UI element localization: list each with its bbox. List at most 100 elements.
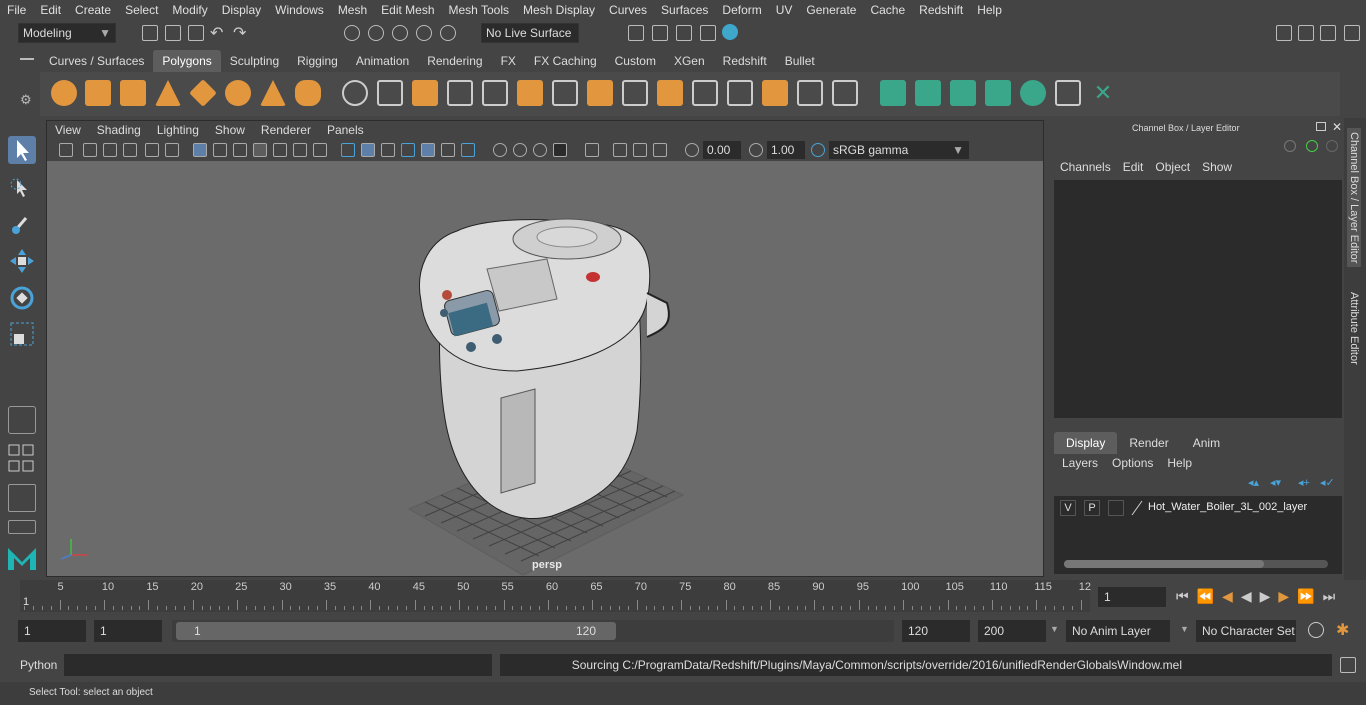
shelf-tab-animation[interactable]: Animation xyxy=(347,50,418,72)
range-track[interactable]: 1 120 xyxy=(172,620,894,642)
menu-select[interactable]: Select xyxy=(118,0,165,20)
script-language-label[interactable]: Python xyxy=(20,658,57,672)
shelf-tab-curves-surfaces[interactable]: Curves / Surfaces xyxy=(40,50,153,72)
hud-icon[interactable] xyxy=(653,143,667,157)
live-surface-field[interactable]: No Live Surface xyxy=(481,23,579,43)
play-forward-icon[interactable]: ▶ xyxy=(1260,588,1279,604)
xray-icon[interactable] xyxy=(421,143,435,157)
go-to-start-icon[interactable]: ⏮ xyxy=(1176,588,1197,604)
layer-name[interactable]: Hot_Water_Boiler_3L_002_layer xyxy=(1148,501,1307,513)
layer-menu-options[interactable]: Options xyxy=(1112,456,1167,470)
menu-edit[interactable]: Edit xyxy=(33,0,68,20)
outliner-layout-icon[interactable] xyxy=(8,484,36,512)
safe-action-icon[interactable] xyxy=(293,143,307,157)
graph-layout-icon[interactable] xyxy=(8,520,36,534)
render-view-icon[interactable] xyxy=(652,25,668,41)
layer-color-icon[interactable] xyxy=(1130,500,1144,516)
tab-render[interactable]: Render xyxy=(1117,432,1180,454)
insert-edge-loop-icon[interactable] xyxy=(727,80,753,106)
film-gate-icon[interactable] xyxy=(213,143,227,157)
wireframe-on-shaded-icon[interactable] xyxy=(401,143,415,157)
shelf-tab-sculpting[interactable]: Sculpting xyxy=(221,50,288,72)
snap-surface-icon[interactable] xyxy=(440,25,456,41)
color-management-icon[interactable] xyxy=(811,143,825,157)
open-scene-icon[interactable] xyxy=(165,25,181,41)
ambient-occlusion-icon[interactable] xyxy=(493,143,507,157)
step-back-key-icon[interactable]: ◀ xyxy=(1222,588,1241,604)
step-back-icon[interactable]: ⏪ xyxy=(1197,588,1222,604)
camera-icon[interactable] xyxy=(59,143,73,157)
poly-torus-icon[interactable] xyxy=(225,80,251,106)
shelf-tab-fx[interactable]: FX xyxy=(492,50,525,72)
reduce-icon[interactable] xyxy=(482,80,508,106)
menu-mesh-display[interactable]: Mesh Display xyxy=(516,0,602,20)
smooth-icon[interactable] xyxy=(447,80,473,106)
bridge-icon[interactable] xyxy=(587,80,613,106)
layer-playback-toggle[interactable]: P xyxy=(1084,500,1100,516)
gamma-field[interactable]: 1.00 xyxy=(767,141,805,159)
menu-generate[interactable]: Generate xyxy=(799,0,863,20)
hypershade-icon[interactable] xyxy=(722,24,738,40)
channel-menu-edit[interactable]: Edit xyxy=(1117,160,1150,174)
field-chart-icon[interactable] xyxy=(273,143,287,157)
uv-cylindrical-icon[interactable] xyxy=(915,80,941,106)
exposure-field[interactable]: 0.00 xyxy=(703,141,741,159)
playback-end-field[interactable]: 120 xyxy=(902,620,970,642)
command-input[interactable] xyxy=(64,654,492,676)
select-tool-icon[interactable] xyxy=(8,136,36,164)
end-time-field[interactable]: 200 xyxy=(978,620,1046,642)
playback-start-field[interactable]: 1 xyxy=(94,620,162,642)
start-time-field[interactable]: 1 xyxy=(18,620,86,642)
shelf-tab-redshift[interactable]: Redshift xyxy=(714,50,776,72)
menu-redshift[interactable]: Redshift xyxy=(912,0,970,20)
shelf-tab-custom[interactable]: Custom xyxy=(606,50,665,72)
current-frame-field[interactable]: 1 xyxy=(1098,587,1166,607)
viewport-menu-lighting[interactable]: Lighting xyxy=(149,121,207,139)
menu-windows[interactable]: Windows xyxy=(268,0,331,20)
save-scene-icon[interactable] xyxy=(188,25,204,41)
move-tool-icon[interactable] xyxy=(8,247,36,275)
snap-view-icon[interactable] xyxy=(416,25,432,41)
camera-attrs-icon[interactable] xyxy=(83,143,97,157)
render-settings-icon[interactable] xyxy=(700,25,716,41)
close-icon[interactable]: ✕ xyxy=(1332,120,1342,134)
isolate-select-icon[interactable] xyxy=(585,143,599,157)
wireframe-icon[interactable] xyxy=(341,143,355,157)
scale-tool-icon[interactable] xyxy=(8,320,36,348)
use-all-lights-icon[interactable] xyxy=(441,143,455,157)
anti-aliasing-icon[interactable] xyxy=(533,143,547,157)
viewport-menu-show[interactable]: Show xyxy=(207,121,253,139)
poly-sphere-icon[interactable] xyxy=(51,80,77,106)
go-to-end-icon[interactable]: ⏭ xyxy=(1323,588,1344,604)
uv-layout-icon[interactable] xyxy=(1055,80,1081,106)
new-scene-icon[interactable] xyxy=(142,25,158,41)
menu-mesh[interactable]: Mesh xyxy=(331,0,374,20)
chevron-down-icon[interactable]: ▼ xyxy=(1050,624,1059,634)
menu-create[interactable]: Create xyxy=(68,0,118,20)
layout-icon[interactable] xyxy=(1276,25,1292,41)
shelf-tab-xgen[interactable]: XGen xyxy=(665,50,714,72)
four-view-layout-icon[interactable] xyxy=(8,444,36,458)
offset-edge-icon[interactable] xyxy=(762,80,788,106)
menu-surfaces[interactable]: Surfaces xyxy=(654,0,715,20)
fill-hole-icon[interactable] xyxy=(657,80,683,106)
viewport-menu-shading[interactable]: Shading xyxy=(89,121,149,139)
shelf-tab-rendering[interactable]: Rendering xyxy=(418,50,491,72)
shelf-tab-polygons[interactable]: Polygons xyxy=(153,50,221,72)
safe-title-icon[interactable] xyxy=(313,143,327,157)
shelf-menu-icon[interactable] xyxy=(20,58,34,60)
snap-point-icon[interactable] xyxy=(392,25,408,41)
gear-icon[interactable]: ⚙ xyxy=(20,92,32,108)
speed-icon[interactable] xyxy=(1306,140,1318,152)
smooth-shade-icon[interactable] xyxy=(361,143,375,157)
timeline-track[interactable]: 5 10 15 20 25 30 35 40 45 50 55 60 65 70 75 80 85 90 95 100… xyxy=(20,580,1091,612)
uv-cut-sew-icon[interactable]: ✕ xyxy=(1090,80,1116,106)
resolution-gate-icon[interactable] xyxy=(233,143,247,157)
anim-layer-dropdown[interactable]: No Anim Layer xyxy=(1066,620,1170,642)
2d-pan-zoom-icon[interactable] xyxy=(145,143,159,157)
menu-mesh-tools[interactable]: Mesh Tools xyxy=(442,0,516,20)
gamma-icon[interactable] xyxy=(749,143,763,157)
channel-menu-object[interactable]: Object xyxy=(1149,160,1196,174)
poly-cylinder-icon[interactable] xyxy=(120,80,146,106)
poly-pipe-icon[interactable] xyxy=(295,80,321,106)
